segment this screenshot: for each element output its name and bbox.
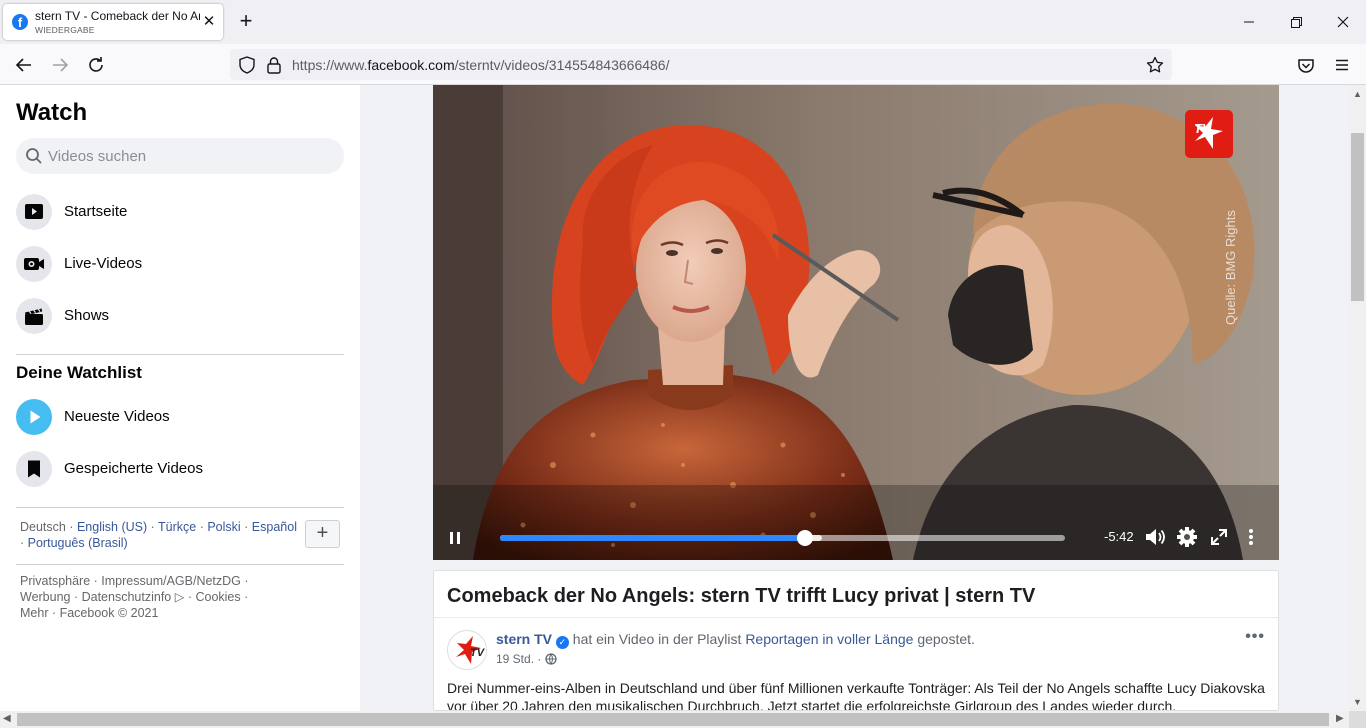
footer-link[interactable]: Privatsphäre [20, 574, 90, 588]
sidebar-item-gespeicherte-videos[interactable]: Gespeicherte Videos [8, 445, 352, 493]
svg-text:TV: TV [470, 647, 486, 659]
horizontal-scrollbar[interactable]: ◀ ▶ [0, 711, 1349, 728]
volume-icon[interactable] [1143, 525, 1167, 549]
scroll-right-icon[interactable]: ▶ [1336, 713, 1344, 724]
scroll-up-icon[interactable]: ▲ [1353, 89, 1362, 99]
progress-handle[interactable] [797, 530, 814, 546]
progress-played [500, 535, 806, 541]
bookmark-icon [16, 451, 52, 487]
page-name-link[interactable]: stern TV [496, 631, 552, 647]
live-camera-icon [16, 246, 52, 282]
facebook-favicon-icon: f [12, 14, 28, 30]
sidebar-divider [16, 354, 344, 355]
verified-badge-icon: ✓ [555, 636, 569, 649]
ad-choices-icon[interactable]: ▷ [175, 590, 185, 604]
search-icon [25, 147, 43, 165]
add-language-button[interactable]: + [305, 520, 340, 548]
current-language: Deutsch [20, 520, 66, 534]
page-title: Watch [16, 99, 88, 126]
time-remaining: -5:42 [1104, 529, 1134, 544]
watch-sidebar: Watch Startseite Live-Videos Shows Deine… [0, 85, 360, 711]
language-link[interactable]: Polski [207, 520, 240, 534]
scrollbar-corner [1349, 711, 1366, 728]
browser-toolbar: https://www.facebook.com/sterntv/videos/… [0, 44, 1366, 85]
new-tab-icon[interactable]: + [235, 10, 257, 33]
post-meta: 19 Std. · [496, 652, 557, 666]
scrollbar-thumb[interactable] [17, 713, 1329, 726]
clapperboard-icon [16, 298, 52, 334]
vertical-scrollbar[interactable]: ▲ ▼ [1349, 85, 1366, 711]
close-window-icon[interactable] [1332, 11, 1354, 33]
restore-window-icon[interactable] [1285, 11, 1307, 33]
post: TV stern TV ✓ hat ein Video in der Playl… [434, 618, 1278, 711]
fullscreen-icon[interactable] [1208, 526, 1230, 548]
sidebar-item-live-videos[interactable]: Live-Videos [8, 240, 352, 288]
browser-tab-bar: f stern TV - Comeback der No Angels: ste… [0, 0, 1366, 44]
lock-icon[interactable] [263, 54, 285, 76]
sidebar-divider [16, 564, 344, 565]
footer-link[interactable]: Werbung [20, 590, 71, 604]
tab-title: stern TV - Comeback der No Angels: stern… [35, 9, 200, 23]
pocket-icon[interactable] [1295, 54, 1317, 76]
sidebar-item-neueste-videos[interactable]: Neueste Videos [8, 393, 352, 441]
language-selector: Deutsch · English (US) · Türkçe · Polski… [20, 520, 297, 550]
tracking-shield-icon[interactable] [236, 54, 258, 76]
play-circle-icon [16, 399, 52, 435]
post-timestamp[interactable]: 19 Std. [496, 652, 534, 666]
page-avatar[interactable]: TV [447, 630, 487, 670]
sidebar-item-label: Startseite [64, 203, 128, 220]
more-options-icon[interactable] [1240, 526, 1262, 548]
address-bar[interactable]: https://www.facebook.com/sterntv/videos/… [230, 49, 1172, 80]
sidebar-item-label: Neueste Videos [64, 408, 170, 425]
post-options-button[interactable]: ••• [1245, 628, 1265, 646]
url-text[interactable]: https://www.facebook.com/sterntv/videos/… [292, 57, 669, 73]
sidebar-item-label: Live-Videos [64, 255, 143, 272]
pause-icon[interactable] [446, 528, 466, 548]
settings-gear-icon[interactable] [1175, 525, 1199, 549]
playlist-link[interactable]: Reportagen in voller Länge [745, 631, 913, 647]
video-player[interactable]: Quelle: BMG Rights TV -5:42 [433, 85, 1279, 560]
footer-link[interactable]: Datenschutzinfo [82, 590, 172, 604]
post-description: Drei Nummer-eins-Alben in Deutschland un… [447, 680, 1265, 711]
footer-link[interactable]: Impressum/AGB/NetzDG [101, 574, 241, 588]
video-title: Comeback der No Angels: stern TV trifft … [447, 585, 1036, 607]
app-menu-icon[interactable] [1331, 54, 1353, 76]
footer-links: Privatsphäre · Impressum/AGB/NetzDG · We… [20, 574, 249, 620]
sidebar-divider [16, 507, 344, 508]
progress-bar[interactable] [500, 530, 1065, 546]
language-link[interactable]: Español [252, 520, 297, 534]
video-controls: -5:42 [433, 85, 1279, 560]
footer-link[interactable]: Cookies [195, 590, 240, 604]
minimize-window-icon[interactable] [1238, 11, 1260, 33]
bookmark-star-icon[interactable] [1144, 54, 1166, 76]
play-screen-icon [16, 194, 52, 230]
close-tab-icon[interactable]: ✕ [201, 14, 217, 30]
sidebar-item-startseite[interactable]: Startseite [8, 188, 352, 236]
watchlist-heading: Deine Watchlist [16, 363, 142, 382]
tab-playing-status: WIEDERGABE [35, 25, 95, 35]
sidebar-item-label: Shows [64, 307, 110, 324]
scroll-left-icon[interactable]: ◀ [3, 713, 11, 724]
scrollbar-thumb[interactable] [1351, 133, 1364, 301]
language-link[interactable]: Português (Brasil) [28, 536, 128, 550]
sidebar-item-label: Gespeicherte Videos [64, 460, 203, 477]
reload-icon[interactable] [85, 54, 107, 76]
scroll-down-icon[interactable]: ▼ [1353, 697, 1362, 707]
video-search-box[interactable] [16, 138, 344, 174]
search-input[interactable] [48, 138, 328, 174]
globe-privacy-icon [545, 653, 557, 665]
language-link[interactable]: Türkçe [158, 520, 196, 534]
copyright: Facebook © 2021 [59, 606, 159, 620]
forward-arrow-icon[interactable] [49, 54, 71, 76]
browser-tab[interactable]: f stern TV - Comeback der No Angels: ste… [3, 4, 223, 40]
back-arrow-icon[interactable] [13, 54, 35, 76]
video-post-card: Comeback der No Angels: stern TV trifft … [433, 570, 1279, 711]
sidebar-item-shows[interactable]: Shows [8, 292, 352, 340]
footer-link[interactable]: Mehr [20, 606, 48, 620]
post-header: stern TV ✓ hat ein Video in der Playlist… [496, 631, 975, 649]
language-link[interactable]: English (US) [77, 520, 147, 534]
